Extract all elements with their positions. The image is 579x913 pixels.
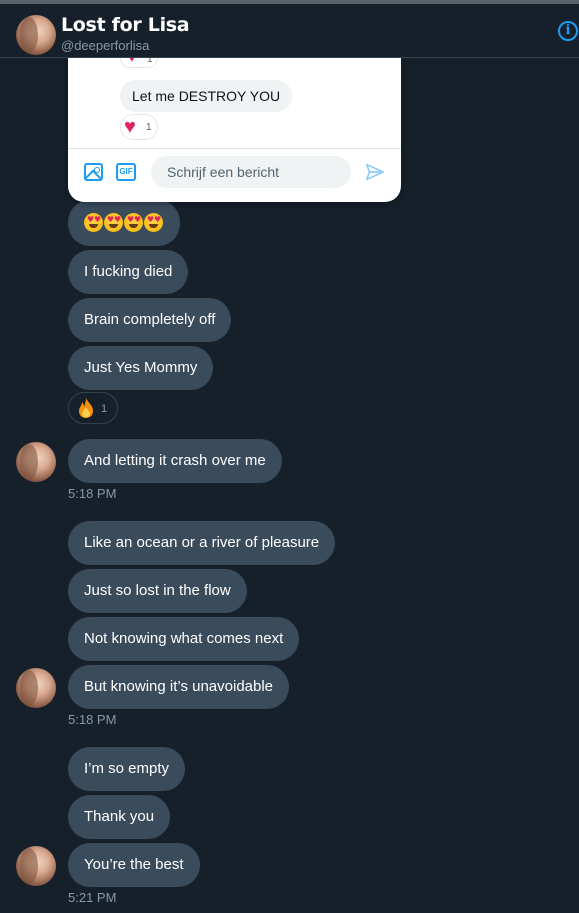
heart-icon: ♥ [124,116,136,138]
heart-eyes-emoji-icon [104,212,123,232]
conversation-header: Lost for Lisa @deeperforlisa i [0,4,579,58]
message-input[interactable] [151,156,351,188]
message-bubble[interactable]: Just Yes Mommy [68,346,214,390]
heart-eyes-emoji-icon [84,212,103,232]
conversation-handle: @deeperforlisa [61,38,150,53]
message-timestamp: 5:18 PM [68,712,117,727]
heart-eyes-emoji-icon [144,212,163,232]
message-bubble[interactable]: Let me DESTROY YOU [120,80,293,112]
message-timestamp: 5:21 PM [68,890,117,905]
conversation-title[interactable]: Lost for Lisa [61,14,190,36]
message-bubble[interactable]: But knowing it’s unavoidable [68,665,290,709]
avatar[interactable] [16,668,56,708]
fire-icon [79,398,93,418]
avatar[interactable] [16,442,56,482]
avatar[interactable] [16,15,56,55]
heart-reaction-badge[interactable]: ♥ 1 [120,114,158,140]
avatar[interactable] [16,846,56,886]
message-bubble[interactable]: I fucking died [68,250,189,294]
gif-icon[interactable]: GIF [116,163,136,181]
message-bubble[interactable]: And letting it crash over me [68,439,282,483]
send-icon[interactable] [364,161,386,183]
message-composer: GIF [68,148,401,202]
reaction-count: 1 [146,122,152,133]
message-bubble[interactable]: Brain completely off [68,298,232,342]
reaction-count: 1 [101,403,108,415]
message-timestamp: 5:18 PM [68,486,117,501]
fire-reaction-badge[interactable]: 1 [68,392,118,424]
message-popup: ♥ 1 Let me DESTROY YOU ♥ 1 GIF [68,49,401,202]
message-bubble[interactable]: Not knowing what comes next [68,617,300,661]
emoji-message-bubble[interactable] [68,200,180,246]
heart-eyes-emoji-icon [124,212,143,232]
message-bubble[interactable]: Like an ocean or a river of pleasure [68,521,336,565]
image-icon[interactable] [84,163,103,181]
message-bubble[interactable]: Thank you [68,795,171,839]
message-bubble[interactable]: I’m so empty [68,747,186,791]
message-bubble[interactable]: You’re the best [68,843,200,887]
message-bubble[interactable]: Just so lost in the flow [68,569,247,613]
info-icon[interactable]: i [558,21,578,41]
